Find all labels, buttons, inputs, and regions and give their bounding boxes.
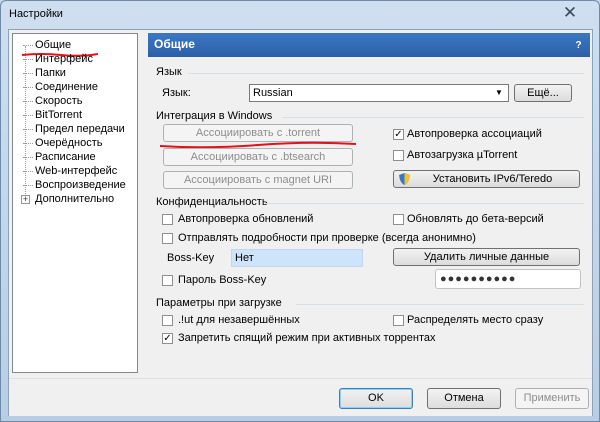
autostart-label: Автозагрузка µTorrent <box>407 149 518 161</box>
tree-item-scheduler[interactable]: Расписание <box>13 150 137 164</box>
group-divider <box>266 203 584 204</box>
dialog-button-bar: OK Отмена Применить <box>9 378 592 416</box>
group-divider <box>296 304 584 305</box>
language-group-label: Язык <box>156 66 182 78</box>
language-more-button[interactable]: Ещё... <box>514 84 572 102</box>
title-bar: Настройки ✕ <box>1 1 599 29</box>
install-ipv6-label: Установить IPv6/Teredo <box>432 173 553 185</box>
tree-item-label: Скорость <box>35 95 83 107</box>
tree-item-label: Очерёдность <box>35 137 103 149</box>
tree-connector <box>23 129 33 130</box>
shield-icon <box>399 173 410 185</box>
language-select[interactable]: Russian ▼ <box>249 84 509 102</box>
group-divider <box>282 117 584 118</box>
auto-check-associations-checkbox[interactable]: ✓ <box>393 129 404 140</box>
general-settings-panel: Общие ? Язык Язык: Russian ▼ Ещё... Инте… <box>148 33 590 373</box>
tree-connector <box>23 59 33 60</box>
tree-connector <box>23 157 33 158</box>
ok-button[interactable]: OK <box>339 388 413 409</box>
beta-updates-checkbox[interactable] <box>393 214 404 225</box>
apply-button[interactable]: Применить <box>515 388 589 409</box>
language-selected-value: Russian <box>253 87 293 99</box>
chevron-down-icon: ▼ <box>495 88 503 97</box>
tree-connector <box>23 171 33 172</box>
tree-item-queueing[interactable]: Очерёдность <box>13 136 137 150</box>
tree-connector <box>23 185 33 186</box>
send-details-checkbox[interactable] <box>162 233 173 244</box>
settings-tree[interactable]: Общие Интерфейс Папки Соединение Скорост… <box>12 33 138 373</box>
privacy-group-label: Конфиденциальность <box>156 196 268 208</box>
tree-item-label: Интерфейс <box>35 53 93 65</box>
tree-item-label: Общие <box>35 39 72 51</box>
close-button[interactable]: ✕ <box>555 3 585 23</box>
associate-btsearch-button[interactable]: Ассоциировать с .btsearch <box>163 148 353 166</box>
tree-item-transfer-cap[interactable]: Предел передачи <box>13 122 137 136</box>
preallocate-checkbox[interactable] <box>393 315 404 326</box>
boss-key-password-label: Пароль Boss-Key <box>178 274 267 286</box>
autostart-checkbox[interactable] <box>393 150 404 161</box>
lut-unfinished-label: .!ut для незавершённых <box>178 314 300 326</box>
lut-unfinished-checkbox[interactable] <box>162 315 173 326</box>
tree-connector <box>23 143 33 144</box>
tree-item-label: Папки <box>35 67 66 79</box>
auto-check-associations-label: Автопроверка ассоциаций <box>407 128 542 140</box>
settings-window: Настройки ✕ Общие Интерфейс Папки Соедин… <box>0 0 600 422</box>
install-ipv6-button[interactable]: Установить IPv6/Teredo <box>393 170 580 188</box>
tree-item-label: Воспроизведение <box>35 179 126 191</box>
panel-title: Общие <box>154 37 195 51</box>
preallocate-label: Распределять место сразу <box>407 314 544 326</box>
dialog-body: Общие Интерфейс Папки Соединение Скорост… <box>8 29 593 416</box>
tree-item-bittorrent[interactable]: BitTorrent <box>13 108 137 122</box>
tree-item-folders[interactable]: Папки <box>13 66 137 80</box>
boss-key-password-field[interactable]: ●●●●●●●●●● <box>435 269 581 289</box>
tree-item-speed[interactable]: Скорость <box>13 94 137 108</box>
tree-item-interface[interactable]: Интерфейс <box>13 52 137 66</box>
tree-item-label: BitTorrent <box>35 109 83 121</box>
cancel-button[interactable]: Отмена <box>427 388 501 409</box>
tree-item-label: Web-интерфейс <box>35 165 118 177</box>
tree-item-playback[interactable]: Воспроизведение <box>13 178 137 192</box>
prevent-sleep-checkbox[interactable]: ✓ <box>162 333 173 344</box>
language-field-label: Язык: <box>162 87 191 99</box>
integration-group-label: Интеграция в Windows <box>156 110 273 122</box>
tree-connector <box>23 45 33 46</box>
tree-connector <box>23 101 33 102</box>
expand-plus-icon[interactable]: + <box>21 195 30 204</box>
auto-update-checkbox[interactable] <box>162 214 173 225</box>
group-divider <box>188 73 584 74</box>
boss-key-password-checkbox[interactable] <box>162 275 173 286</box>
tree-item-label: Дополнительно <box>35 193 115 205</box>
auto-update-label: Автопроверка обновлений <box>178 213 314 225</box>
tree-item-general[interactable]: Общие <box>13 38 137 52</box>
window-title: Настройки <box>9 8 63 20</box>
tree-item-label: Предел передачи <box>35 123 125 135</box>
tree-connector <box>23 115 33 116</box>
tree-item-label: Соединение <box>35 81 99 93</box>
tree-connector <box>23 87 33 88</box>
tree-item-advanced[interactable]: + Дополнительно <box>13 192 137 206</box>
startup-group-label: Параметры при загрузке <box>156 297 282 309</box>
send-details-label: Отправлять подробности при проверке (все… <box>178 232 476 244</box>
beta-updates-label: Обновлять до бета-версий <box>407 213 544 225</box>
prevent-sleep-label: Запретить спящий режим при активных торр… <box>178 332 436 344</box>
boss-key-input[interactable]: Нет <box>231 249 363 267</box>
tree-item-connection[interactable]: Соединение <box>13 80 137 94</box>
panel-header: Общие ? <box>148 33 590 57</box>
tree-item-web-ui[interactable]: Web-интерфейс <box>13 164 137 178</box>
associate-magnet-button[interactable]: Ассоциировать с magnet URI <box>163 171 353 189</box>
boss-key-label: Boss-Key <box>167 252 215 264</box>
delete-personal-data-button[interactable]: Удалить личные данные <box>393 248 580 266</box>
tree-item-label: Расписание <box>35 151 96 163</box>
tree-connector <box>23 73 33 74</box>
help-icon[interactable]: ? <box>573 40 584 52</box>
